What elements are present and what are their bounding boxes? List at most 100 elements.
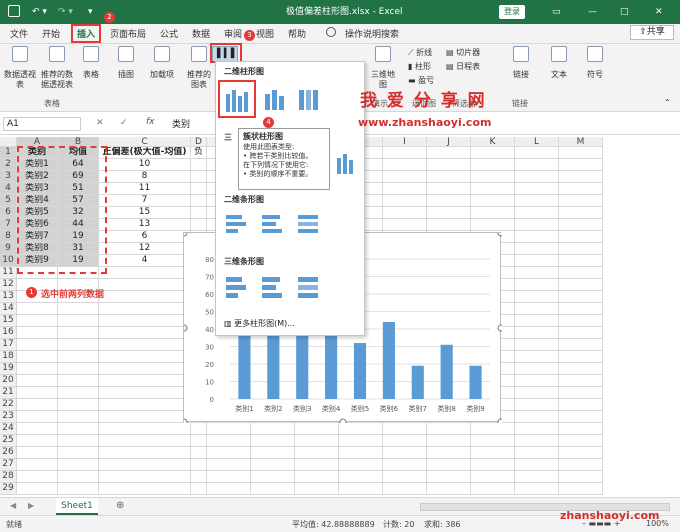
table-cell[interactable] bbox=[515, 171, 559, 183]
more-column-charts-link[interactable]: ▥ 更多柱形图(M)... bbox=[224, 318, 295, 329]
row-header[interactable]: 8 bbox=[0, 231, 17, 243]
row-header[interactable]: 28 bbox=[0, 471, 17, 483]
table-cell[interactable] bbox=[295, 483, 339, 495]
row-header[interactable]: 10 bbox=[0, 255, 17, 267]
table-cell[interactable] bbox=[191, 435, 207, 447]
column-header[interactable]: I bbox=[383, 137, 427, 147]
table-cell[interactable] bbox=[559, 315, 603, 327]
table-cell[interactable] bbox=[17, 447, 58, 459]
table-cell[interactable] bbox=[471, 423, 515, 435]
table-cell[interactable] bbox=[191, 447, 207, 459]
tab-help[interactable]: 帮助 bbox=[288, 27, 306, 40]
table-cell[interactable] bbox=[191, 195, 207, 207]
table-cell[interactable] bbox=[251, 459, 295, 471]
row-header[interactable]: 19 bbox=[0, 363, 17, 375]
table-cell[interactable] bbox=[515, 459, 559, 471]
tab-file[interactable]: 文件 bbox=[10, 27, 28, 40]
table-cell[interactable] bbox=[559, 267, 603, 279]
link-button[interactable]: 链接 bbox=[508, 46, 534, 80]
table-cell[interactable] bbox=[339, 447, 383, 459]
table-cell[interactable] bbox=[383, 483, 427, 495]
recommended-pivot-button[interactable]: 推荐的数据透视表 bbox=[38, 46, 76, 90]
3d-clustered-bar-option[interactable] bbox=[224, 274, 248, 300]
table-cell[interactable] bbox=[17, 315, 58, 327]
table-cell[interactable] bbox=[383, 219, 427, 231]
table-cell[interactable] bbox=[383, 447, 427, 459]
tab-view[interactable]: 视图 bbox=[256, 27, 274, 40]
table-cell[interactable] bbox=[559, 159, 603, 171]
table-cell[interactable] bbox=[427, 219, 471, 231]
table-cell[interactable] bbox=[191, 159, 207, 171]
table-cell[interactable] bbox=[17, 459, 58, 471]
table-cell[interactable] bbox=[17, 387, 58, 399]
recommended-charts-button[interactable]: 推荐的图表 bbox=[184, 46, 214, 90]
table-cell[interactable] bbox=[58, 339, 99, 351]
stacked-column-option[interactable] bbox=[262, 86, 284, 112]
table-cell[interactable] bbox=[515, 255, 559, 267]
row-header[interactable]: 24 bbox=[0, 423, 17, 435]
table-cell[interactable] bbox=[383, 147, 427, 159]
table-cell[interactable] bbox=[471, 171, 515, 183]
table-cell[interactable] bbox=[339, 423, 383, 435]
table-cell[interactable] bbox=[559, 243, 603, 255]
table-cell[interactable] bbox=[559, 219, 603, 231]
table-cell[interactable] bbox=[383, 171, 427, 183]
table-cell[interactable] bbox=[515, 195, 559, 207]
table-cell[interactable] bbox=[58, 363, 99, 375]
maximize-icon[interactable]: □ bbox=[620, 0, 629, 24]
table-cell[interactable] bbox=[515, 159, 559, 171]
table-cell[interactable] bbox=[251, 423, 295, 435]
login-button[interactable]: 登录 bbox=[499, 5, 525, 19]
ribbon-display-icon[interactable]: ▭ bbox=[552, 0, 561, 24]
row-header[interactable]: 18 bbox=[0, 351, 17, 363]
table-cell[interactable] bbox=[559, 207, 603, 219]
table-cell[interactable] bbox=[471, 195, 515, 207]
table-cell[interactable] bbox=[471, 159, 515, 171]
text-button[interactable]: 文本 bbox=[546, 46, 572, 80]
table-cell[interactable] bbox=[295, 447, 339, 459]
row-header[interactable]: 6 bbox=[0, 207, 17, 219]
table-cell[interactable] bbox=[515, 279, 559, 291]
table-cell[interactable] bbox=[559, 255, 603, 267]
table-cell[interactable] bbox=[99, 399, 191, 411]
table-cell[interactable] bbox=[17, 375, 58, 387]
addins-button[interactable]: 加载项 bbox=[148, 46, 176, 80]
table-cell[interactable] bbox=[295, 423, 339, 435]
table-cell[interactable] bbox=[207, 435, 251, 447]
table-cell[interactable] bbox=[58, 375, 99, 387]
table-cell[interactable] bbox=[295, 459, 339, 471]
tab-review[interactable]: 审阅 bbox=[224, 27, 242, 40]
table-cell[interactable] bbox=[559, 147, 603, 159]
table-cell[interactable] bbox=[515, 243, 559, 255]
row-header[interactable]: 12 bbox=[0, 279, 17, 291]
table-cell[interactable] bbox=[58, 435, 99, 447]
table-cell[interactable] bbox=[427, 147, 471, 159]
percent-bar-option[interactable] bbox=[296, 212, 320, 236]
table-cell[interactable] bbox=[191, 459, 207, 471]
collapse-ribbon-icon[interactable]: ⌃ bbox=[664, 98, 671, 107]
table-cell[interactable] bbox=[515, 147, 559, 159]
table-cell[interactable] bbox=[559, 411, 603, 423]
table-cell[interactable] bbox=[17, 435, 58, 447]
table-cell[interactable] bbox=[58, 327, 99, 339]
row-header[interactable]: 29 bbox=[0, 483, 17, 495]
table-cell[interactable] bbox=[515, 387, 559, 399]
table-cell[interactable] bbox=[58, 303, 99, 315]
illustrations-button[interactable]: 插图 bbox=[114, 46, 138, 80]
table-cell[interactable] bbox=[17, 339, 58, 351]
bar[interactable] bbox=[382, 322, 395, 399]
table-cell[interactable] bbox=[295, 435, 339, 447]
symbol-button[interactable]: 符号 bbox=[582, 46, 608, 80]
table-cell[interactable] bbox=[515, 351, 559, 363]
select-all-corner[interactable] bbox=[0, 137, 17, 147]
sparkline-winloss-button[interactable]: ▬ 盈亏 bbox=[408, 76, 434, 86]
table-cell[interactable] bbox=[559, 447, 603, 459]
table-cell[interactable] bbox=[559, 183, 603, 195]
table-cell[interactable]: 15 bbox=[99, 207, 191, 219]
row-header[interactable]: 13 bbox=[0, 291, 17, 303]
table-cell[interactable] bbox=[471, 483, 515, 495]
table-cell[interactable] bbox=[191, 423, 207, 435]
table-cell[interactable] bbox=[427, 159, 471, 171]
table-cell[interactable] bbox=[515, 327, 559, 339]
save-icon[interactable] bbox=[8, 5, 20, 17]
